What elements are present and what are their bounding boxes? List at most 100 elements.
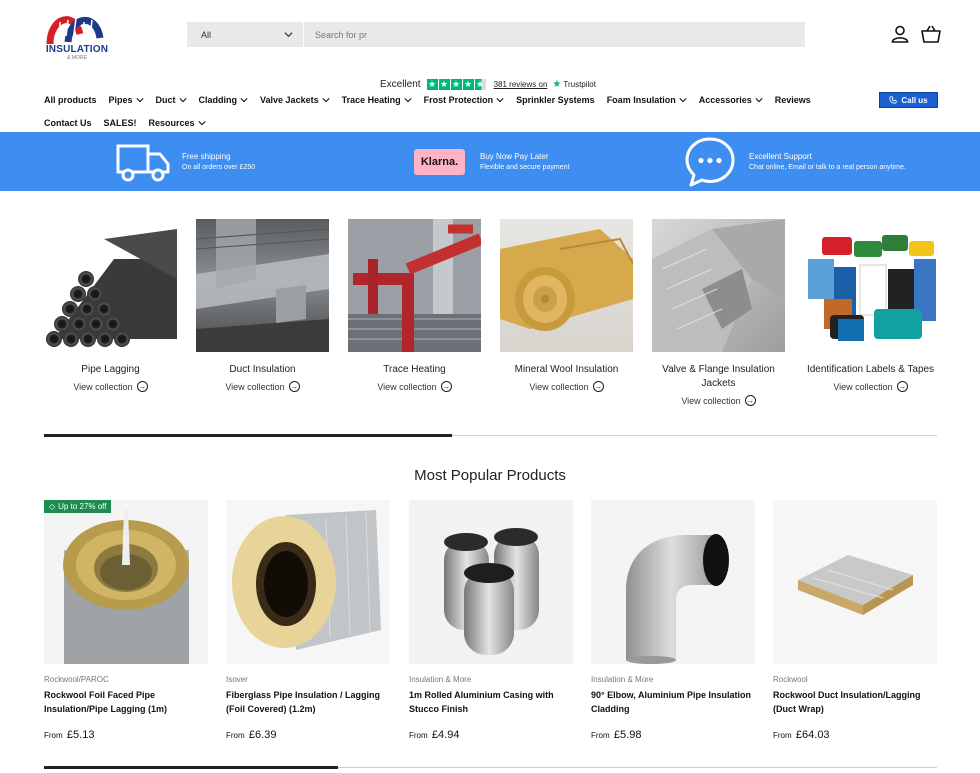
- arrow-right-circle-icon: →: [896, 381, 908, 392]
- nav-item-label: SALES!: [103, 118, 137, 128]
- usp-title: Excellent Support: [749, 152, 812, 161]
- view-collection-link[interactable]: View collection →: [44, 381, 177, 392]
- category-image-duct-insulation[interactable]: [196, 219, 329, 352]
- nav-item-accessories[interactable]: Accessories: [699, 95, 763, 105]
- nav-item-cladding[interactable]: Cladding: [199, 95, 249, 105]
- view-collection-link[interactable]: View collection →: [500, 381, 633, 392]
- product-card[interactable]: ◇ Up to 27% off Rockwool/PAROC Rockwool …: [44, 500, 208, 741]
- search-category-value: All: [201, 29, 212, 40]
- nav-item-sprinkler-systems[interactable]: Sprinkler Systems: [516, 95, 595, 105]
- usp-free-shipping: Free shipping On all orders over £250: [115, 132, 255, 191]
- nav-item-label: Contact Us: [44, 118, 92, 128]
- product-image[interactable]: [409, 500, 573, 664]
- arrow-right-circle-icon: →: [288, 381, 300, 392]
- category-card[interactable]: Trace Heating View collection →: [348, 219, 481, 392]
- view-collection-link[interactable]: View collection →: [348, 381, 481, 392]
- category-image-trace-heating[interactable]: [348, 219, 481, 352]
- nav-item-resources[interactable]: Resources: [149, 118, 206, 128]
- usp-title: Free shipping: [182, 152, 231, 161]
- products-scroll-thumb[interactable]: [44, 766, 338, 769]
- view-collection-label: View collection: [225, 381, 285, 392]
- usp-pay-later: Klarna. Buy Now Pay Later Flexible and s…: [414, 132, 570, 191]
- nav-item-frost-protection[interactable]: Frost Protection: [424, 95, 505, 105]
- search-category-select[interactable]: All: [187, 22, 304, 47]
- nav-item-duct[interactable]: Duct: [156, 95, 187, 105]
- product-image[interactable]: [591, 500, 755, 664]
- product-card[interactable]: Rockwool Rockwool Duct Insulation/Laggin…: [773, 500, 937, 741]
- category-card[interactable]: Mineral Wool Insulation View collection →: [500, 219, 633, 392]
- price-from-label: From: [44, 731, 63, 740]
- star-icon: ★: [450, 78, 462, 90]
- nav-item-label: Resources: [148, 118, 195, 128]
- product-title[interactable]: Rockwool Foil Faced Pipe Insulation/Pipe…: [44, 688, 208, 716]
- usp-title: Buy Now Pay Later: [480, 152, 549, 161]
- product-card[interactable]: Isover Fiberglass Pipe Insulation / Lagg…: [226, 500, 390, 741]
- view-collection-link[interactable]: View collection →: [652, 395, 785, 406]
- trustpilot-widget[interactable]: Excellent ★ ★ ★ ★ ★ 381 reviews on ★ Tru…: [380, 77, 596, 91]
- nav-item-reviews[interactable]: Reviews: [775, 95, 811, 105]
- category-name[interactable]: Valve & Flange Insulation Jackets: [652, 363, 785, 391]
- discount-badge-label: Up to 27% off: [58, 502, 107, 511]
- category-name[interactable]: Duct Insulation: [196, 363, 329, 377]
- trustpilot-star-icon: ★: [552, 78, 562, 90]
- category-name[interactable]: Mineral Wool Insulation: [500, 363, 633, 377]
- product-vendor: Rockwool: [773, 675, 808, 684]
- category-scroll-thumb[interactable]: [44, 434, 452, 437]
- category-image-mineral-wool[interactable]: [500, 219, 633, 352]
- nav-item-all-products[interactable]: All products: [44, 95, 97, 105]
- category-image-valve-jackets[interactable]: [652, 219, 785, 352]
- nav-item-trace-heating[interactable]: Trace Heating: [342, 95, 412, 105]
- chat-icon: [685, 137, 735, 186]
- category-card[interactable]: Pipe Lagging View collection →: [44, 219, 177, 392]
- category-name[interactable]: Trace Heating: [348, 363, 481, 377]
- nav-item-label: Frost Protection: [423, 95, 494, 105]
- search-input[interactable]: [304, 22, 805, 47]
- product-vendor: Insulation & More: [409, 675, 472, 684]
- tag-icon: ◇: [49, 502, 56, 511]
- category-image-pipe-lagging[interactable]: [44, 219, 177, 352]
- chevron-down-icon: [178, 98, 187, 103]
- product-title[interactable]: 90° Elbow, Aluminium Pipe Insulation Cla…: [591, 688, 755, 716]
- product-vendor: Insulation & More: [591, 675, 654, 684]
- category-card[interactable]: Duct Insulation View collection →: [196, 219, 329, 392]
- product-image[interactable]: ◇ Up to 27% off: [44, 500, 208, 664]
- trustpilot-reviews-link[interactable]: 381 reviews on: [494, 80, 548, 89]
- view-collection-link[interactable]: View collection →: [196, 381, 329, 392]
- call-us-label: Call us: [901, 95, 928, 105]
- product-card[interactable]: Insulation & More 90° Elbow, Aluminium P…: [591, 500, 755, 741]
- product-title[interactable]: Rockwool Duct Insulation/Lagging (Duct W…: [773, 688, 937, 716]
- arrow-right-circle-icon: →: [592, 381, 604, 392]
- nav-item-foam-insulation[interactable]: Foam Insulation: [607, 95, 687, 105]
- product-title[interactable]: 1m Rolled Aluminium Casing with Stucco F…: [409, 688, 573, 716]
- product-image[interactable]: [773, 500, 937, 664]
- cart-icon[interactable]: [921, 25, 941, 43]
- search-bar: All: [187, 22, 805, 47]
- product-title[interactable]: Fiberglass Pipe Insulation / Lagging (Fo…: [226, 688, 390, 716]
- call-us-button[interactable]: Call us: [879, 92, 938, 108]
- price-from-label: From: [409, 731, 428, 740]
- product-price: From £64.03: [773, 729, 937, 741]
- product-card[interactable]: Insulation & More 1m Rolled Aluminium Ca…: [409, 500, 573, 741]
- chevron-down-icon: [284, 32, 293, 38]
- product-price: From £4.94: [409, 729, 573, 741]
- category-image-identification-tapes[interactable]: [804, 219, 937, 352]
- view-collection-label: View collection: [833, 381, 893, 392]
- nav-item-valve-jackets[interactable]: Valve Jackets: [260, 95, 330, 105]
- category-name[interactable]: Identification Labels & Tapes: [804, 363, 937, 377]
- category-name[interactable]: Pipe Lagging: [44, 363, 177, 377]
- nav-item-contact-us[interactable]: Contact Us: [44, 118, 92, 128]
- price-from-label: From: [226, 731, 245, 740]
- chevron-down-icon: [135, 98, 144, 103]
- category-card[interactable]: Identification Labels & Tapes View colle…: [804, 219, 937, 392]
- view-collection-label: View collection: [377, 381, 437, 392]
- view-collection-link[interactable]: View collection →: [804, 381, 937, 392]
- chevron-down-icon: [240, 98, 248, 103]
- nav-item-sales[interactable]: SALES!: [104, 118, 137, 128]
- nav-item-label: All products: [44, 95, 97, 105]
- discount-badge: ◇ Up to 27% off: [44, 500, 112, 513]
- category-card[interactable]: Valve & Flange Insulation Jackets View c…: [652, 219, 785, 406]
- user-icon[interactable]: [891, 25, 909, 43]
- nav-item-pipes[interactable]: Pipes: [109, 95, 144, 105]
- price-amount: £6.39: [248, 729, 277, 741]
- product-image[interactable]: [226, 500, 390, 664]
